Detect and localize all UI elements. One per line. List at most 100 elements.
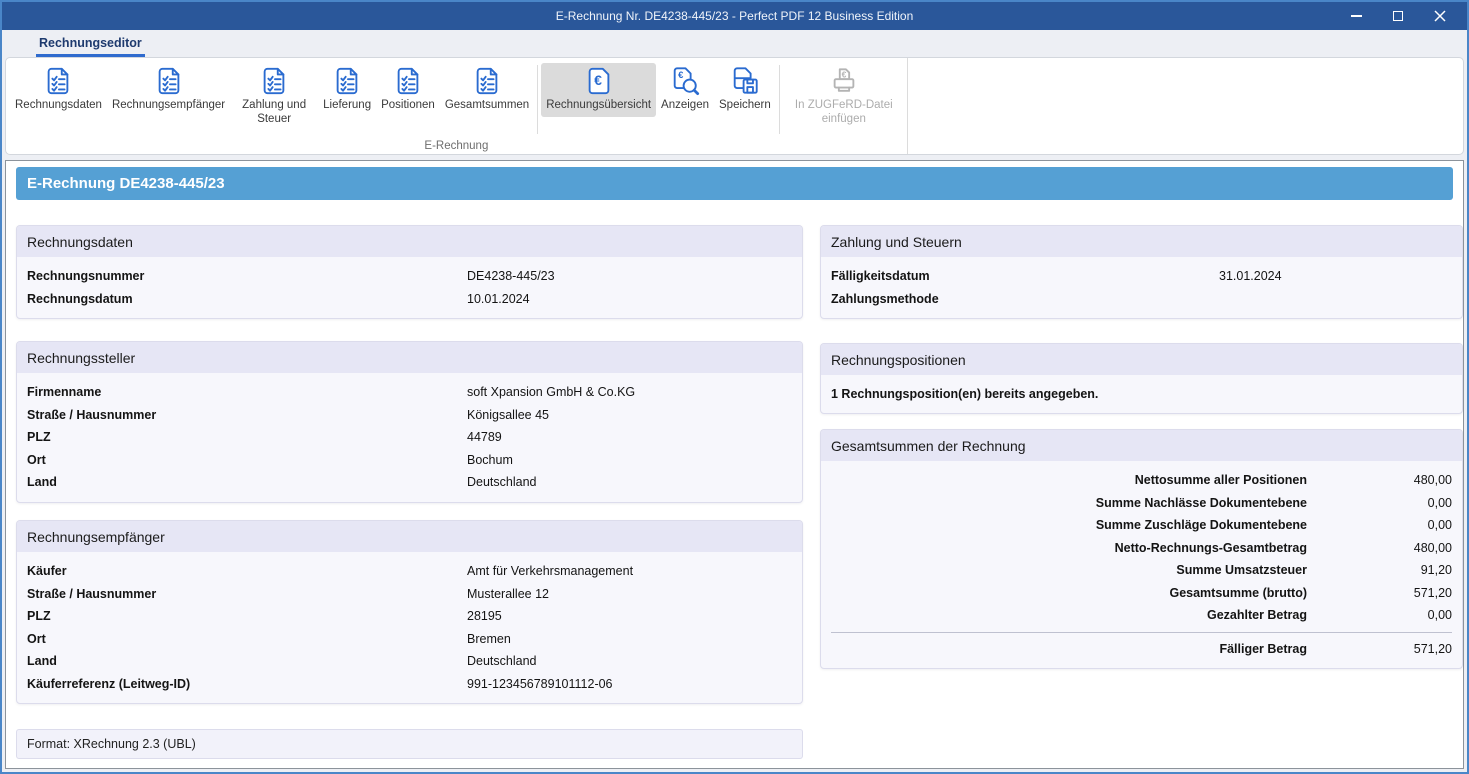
total-label: Summe Zuschläge Dokumentebene xyxy=(831,518,1307,532)
field-row: Rechnungsdatum 10.01.2024 xyxy=(27,288,792,311)
field-value: 31.01.2024 xyxy=(1219,269,1452,283)
checklist-page-icon xyxy=(259,66,289,96)
field-value: DE4238-445/23 xyxy=(467,269,792,283)
ribbon-separator xyxy=(779,65,780,134)
panel-title: Gesamtsummen der Rechnung xyxy=(821,430,1462,461)
euro-page-magnifier-icon xyxy=(670,66,700,96)
field-value: Königsallee 45 xyxy=(467,408,792,422)
field-label: Fälligkeitsdatum xyxy=(831,269,1219,283)
panel-title: Rechnungsdaten xyxy=(17,226,802,257)
checklist-page-icon xyxy=(332,66,362,96)
speichern-button[interactable]: Speichern xyxy=(714,63,776,117)
minimize-icon xyxy=(1351,15,1362,17)
checklist-page-icon xyxy=(393,66,423,96)
total-value: 480,00 xyxy=(1307,473,1452,487)
panel-rechnungspositionen: Rechnungspositionen 1 Rechnungsposition(… xyxy=(820,343,1463,414)
close-button[interactable] xyxy=(1419,2,1461,30)
field-row: Käuferreferenz (Leitweg-ID) 991-12345678… xyxy=(27,673,792,696)
maximize-icon xyxy=(1393,11,1403,21)
field-label: PLZ xyxy=(27,609,467,623)
insert-zugferd-icon xyxy=(829,66,859,96)
field-row: Ort Bochum xyxy=(27,449,792,472)
field-row: Zahlungsmethode xyxy=(831,288,1452,311)
invoice-banner-title: E-Rechnung DE4238-445/23 xyxy=(27,175,225,192)
panel-rechnungssteller: Rechnungssteller Firmenname soft Xpansio… xyxy=(16,341,803,503)
field-row: Ort Bremen xyxy=(27,628,792,651)
panel-title: Zahlung und Steuern xyxy=(821,226,1462,257)
totals-divider xyxy=(831,632,1452,633)
button-label: Anzeigen xyxy=(661,99,709,113)
total-value: 571,20 xyxy=(1307,642,1452,656)
field-value: Bochum xyxy=(467,453,792,467)
panel-body: Käufer Amt für Verkehrsmanagement Straße… xyxy=(17,552,802,703)
field-row: Firmenname soft Xpansion GmbH & Co.KG xyxy=(27,381,792,404)
total-value: 0,00 xyxy=(1307,608,1452,622)
ribbon-group-label: E-Rechnung xyxy=(6,140,907,152)
panel-title: Rechnungsempfänger xyxy=(17,521,802,552)
ribbon-tab-strip: Rechnungseditor xyxy=(2,30,1467,57)
checklist-page-icon xyxy=(472,66,502,96)
total-row: Gezahlter Betrag 0,00 xyxy=(831,604,1452,627)
rechnungsuebersicht-button[interactable]: Rechnungsübersicht xyxy=(541,63,656,117)
app-window: E-Rechnung Nr. DE4238-445/23 - Perfect P… xyxy=(0,0,1469,774)
due-amount-row: Fälliger Betrag 571,20 xyxy=(831,638,1452,661)
field-value: Amt für Verkehrsmanagement xyxy=(467,564,792,578)
button-label: Rechnungsempfänger xyxy=(112,99,225,113)
window-controls xyxy=(1335,2,1461,30)
total-label: Fälliger Betrag xyxy=(831,642,1307,656)
minimize-button[interactable] xyxy=(1335,2,1377,30)
total-row: Summe Zuschläge Dokumentebene 0,00 xyxy=(831,514,1452,537)
field-label: Land xyxy=(27,654,467,668)
total-row: Netto-Rechnungs-Gesamtbetrag 480,00 xyxy=(831,537,1452,560)
total-row: Summe Umsatzsteuer 91,20 xyxy=(831,559,1452,582)
anzeigen-button[interactable]: Anzeigen xyxy=(656,63,714,117)
field-row: PLZ 28195 xyxy=(27,605,792,628)
field-row: Käufer Amt für Verkehrsmanagement xyxy=(27,560,792,583)
field-value: 991-123456789101112-06 xyxy=(467,677,792,691)
field-row: Straße / Hausnummer Königsallee 45 xyxy=(27,404,792,427)
format-text: Format: XRechnung 2.3 (UBL) xyxy=(27,737,196,751)
total-label: Gezahlter Betrag xyxy=(831,608,1307,622)
checklist-page-icon xyxy=(154,66,184,96)
total-value: 571,20 xyxy=(1307,586,1452,600)
rechnungsdaten-button[interactable]: Rechnungsdaten xyxy=(10,63,107,117)
panel-rechnungsdaten: Rechnungsdaten Rechnungsnummer DE4238-44… xyxy=(16,225,803,319)
panel-gesamtsummen: Gesamtsummen der Rechnung Nettosumme all… xyxy=(820,429,1463,669)
button-label: Lieferung xyxy=(323,99,371,113)
field-value: Deutschland xyxy=(467,475,792,489)
field-value: Deutschland xyxy=(467,654,792,668)
button-label: Rechnungsdaten xyxy=(15,99,102,113)
panel-body: 1 Rechnungsposition(en) bereits angegebe… xyxy=(821,375,1462,413)
lieferung-button[interactable]: Lieferung xyxy=(318,63,376,117)
button-label: In ZUGFeRD-Datei einfügen xyxy=(788,99,900,127)
gesamtsummen-button[interactable]: Gesamtsummen xyxy=(440,63,534,117)
close-icon xyxy=(1434,10,1446,22)
zahlung-und-steuer-button[interactable]: Zahlung und Steuer xyxy=(230,63,318,131)
total-value: 0,00 xyxy=(1307,496,1452,510)
invoice-banner: E-Rechnung DE4238-445/23 xyxy=(16,167,1453,200)
positionen-button[interactable]: Positionen xyxy=(376,63,440,117)
field-label: Rechnungsdatum xyxy=(27,292,467,306)
field-value: Bremen xyxy=(467,632,792,646)
field-label: PLZ xyxy=(27,430,467,444)
title-bar: E-Rechnung Nr. DE4238-445/23 - Perfect P… xyxy=(2,2,1467,30)
panel-zahlung-und-steuern: Zahlung und Steuern Fälligkeitsdatum 31.… xyxy=(820,225,1463,319)
field-value: soft Xpansion GmbH & Co.KG xyxy=(467,385,792,399)
field-label: Straße / Hausnummer xyxy=(27,408,467,422)
ribbon-toolbar: Rechnungsdaten Rechnungsempfänger Zahlun… xyxy=(5,57,1464,155)
field-row: Land Deutschland xyxy=(27,471,792,494)
euro-page-icon xyxy=(584,66,614,96)
rechnungsempfaenger-button[interactable]: Rechnungsempfänger xyxy=(107,63,230,117)
tab-rechnungseditor[interactable]: Rechnungseditor xyxy=(36,33,145,57)
total-value: 480,00 xyxy=(1307,541,1452,555)
positions-count-text: 1 Rechnungsposition(en) bereits angegebe… xyxy=(831,383,1452,405)
total-label: Nettosumme aller Positionen xyxy=(831,473,1307,487)
total-row: Nettosumme aller Positionen 480,00 xyxy=(831,469,1452,492)
panel-body: Firmenname soft Xpansion GmbH & Co.KG St… xyxy=(17,373,802,502)
ribbon-group-erechnung: Rechnungsdaten Rechnungsempfänger Zahlun… xyxy=(6,58,908,154)
total-label: Summe Umsatzsteuer xyxy=(831,563,1307,577)
field-value: 44789 xyxy=(467,430,792,444)
maximize-button[interactable] xyxy=(1377,2,1419,30)
button-label: Zahlung und Steuer xyxy=(235,99,313,127)
button-label: Positionen xyxy=(381,99,435,113)
